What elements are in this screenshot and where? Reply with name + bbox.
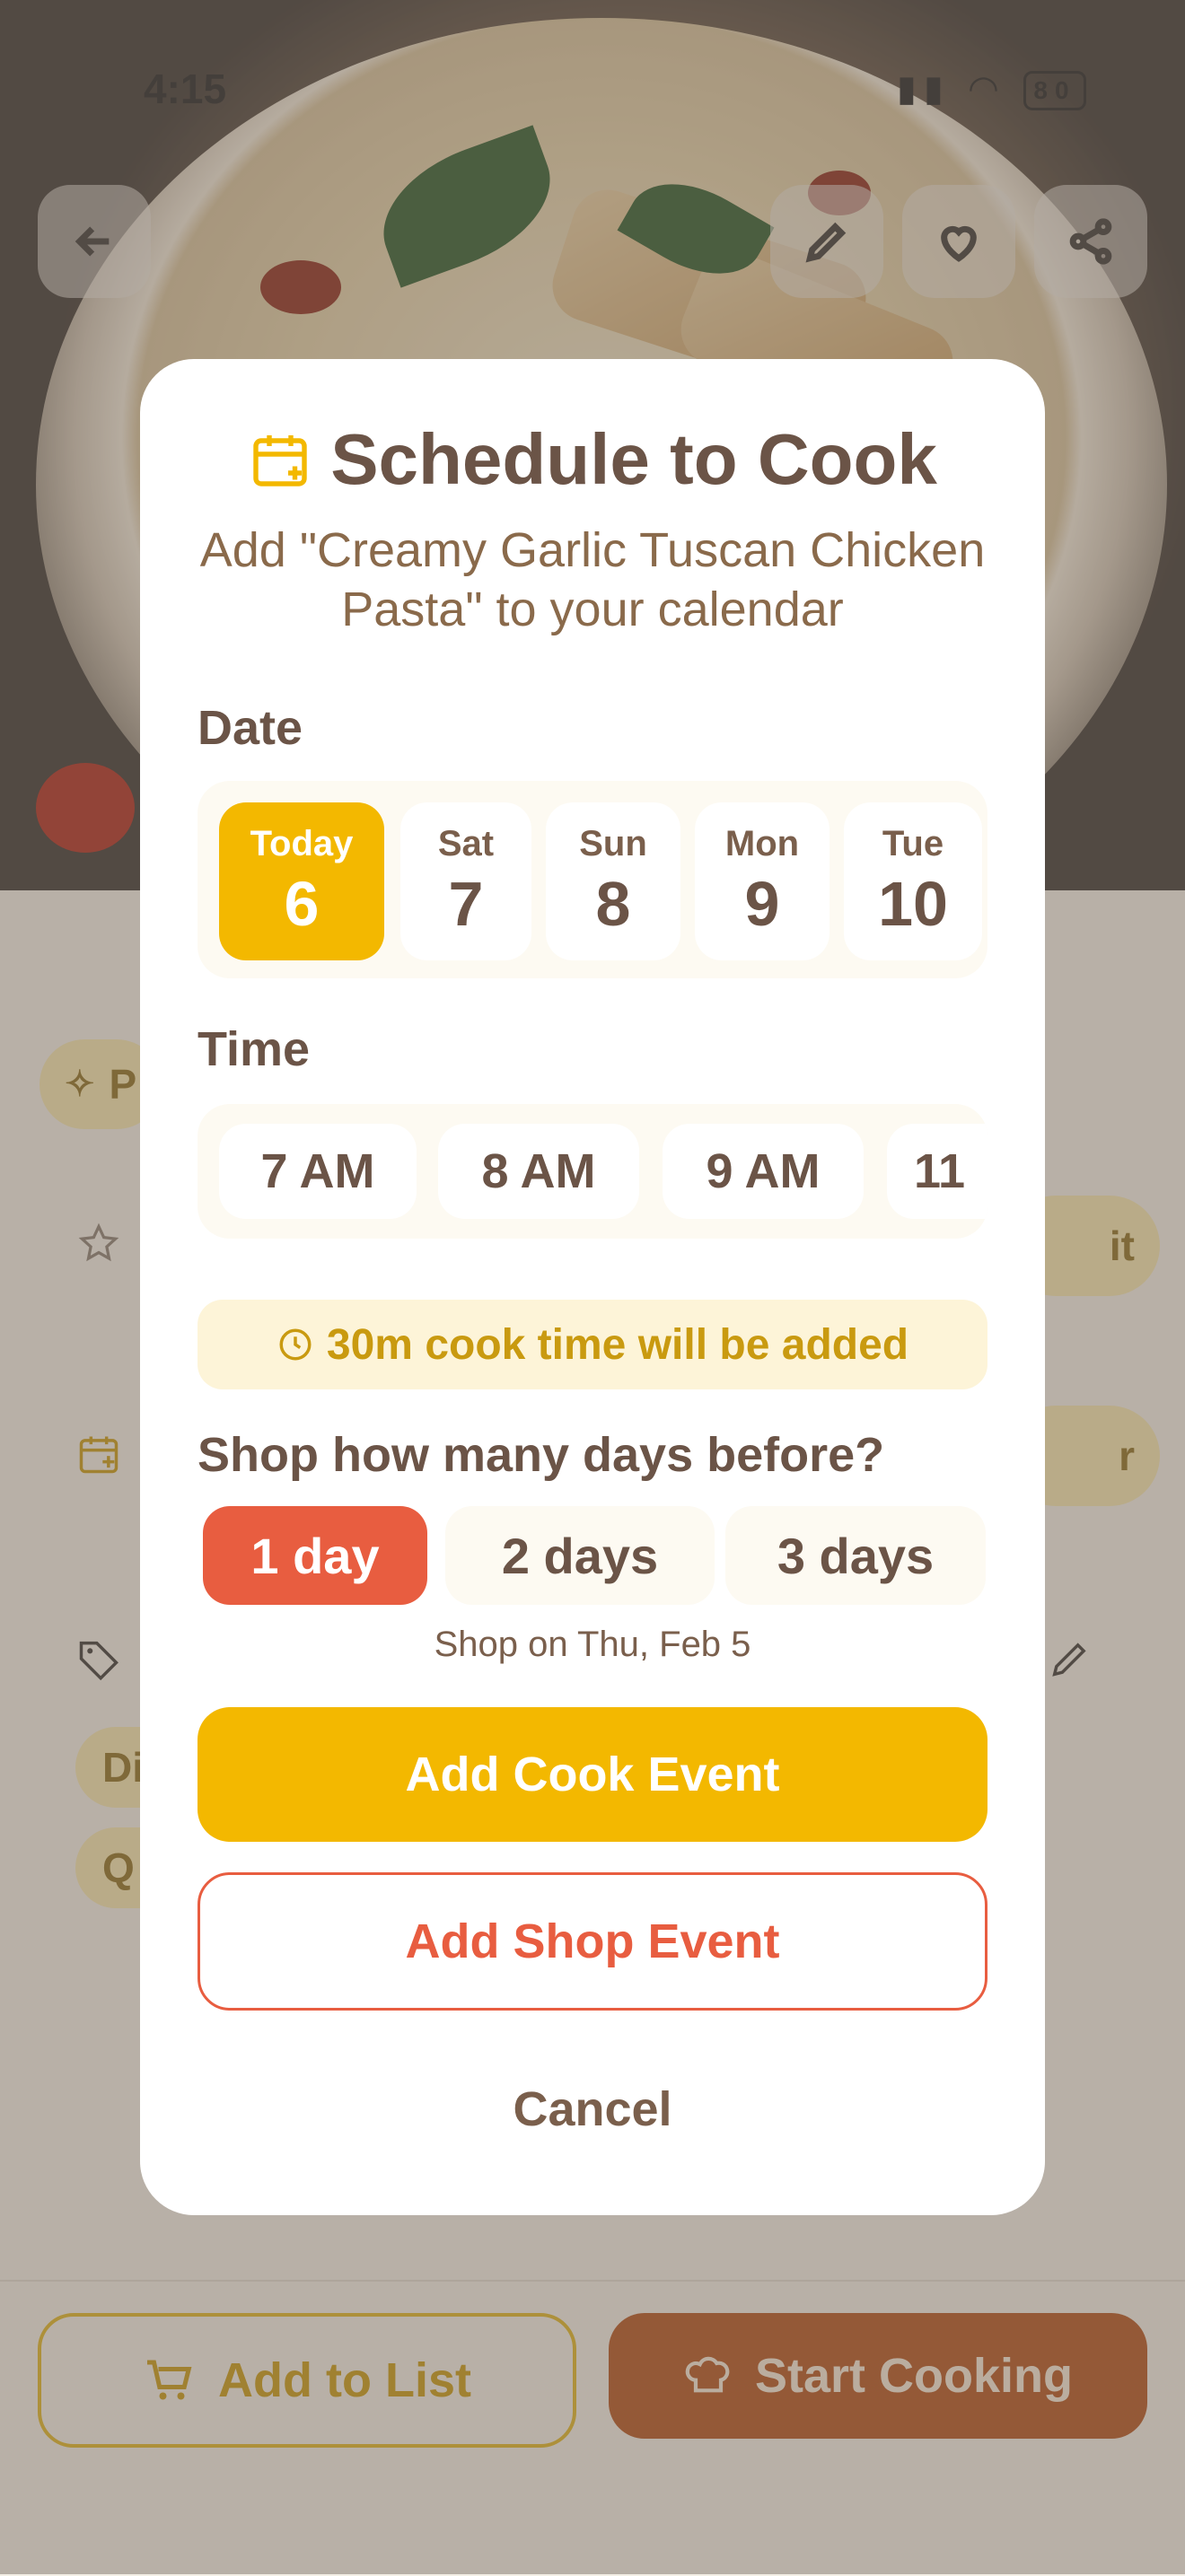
time-option-7am[interactable]: 7 AM	[219, 1124, 417, 1219]
date-picker: Today 6 Sat 7 Sun 8 Mon 9 Tue 10	[198, 781, 988, 978]
modal-title-row: Schedule to Cook	[140, 418, 1045, 501]
date-label: Date	[198, 701, 303, 755]
modal-subtitle: Add "Creamy Garlic Tuscan Chicken Pasta"…	[199, 523, 986, 636]
shop-days-option-2[interactable]: 2 days	[445, 1506, 715, 1605]
date-option-mon[interactable]: Mon 9	[695, 802, 830, 960]
date-option-tue[interactable]: Tue 10	[844, 802, 982, 960]
shop-days-label: Shop how many days before?	[198, 1428, 885, 1482]
date-option-sun[interactable]: Sun 8	[546, 802, 680, 960]
shop-days-option-1[interactable]: 1 day	[203, 1506, 427, 1605]
shop-date-text: Shop on Thu, Feb 5	[434, 1625, 751, 1664]
shop-days-picker: 1 day 2 days 3 days	[198, 1506, 988, 1607]
add-cook-event-button[interactable]: Add Cook Event	[198, 1707, 988, 1842]
add-shop-event-button[interactable]: Add Shop Event	[198, 1872, 988, 2011]
shop-days-option-3[interactable]: 3 days	[725, 1506, 986, 1605]
clock-icon	[279, 1328, 312, 1361]
schedule-modal: Schedule to Cook Add "Creamy Garlic Tusc…	[140, 359, 1045, 2215]
cancel-button[interactable]: Cancel	[413, 2064, 772, 2154]
time-option-9am[interactable]: 9 AM	[663, 1124, 864, 1219]
date-option-today[interactable]: Today 6	[219, 802, 384, 960]
time-picker[interactable]: 7 AM 8 AM 9 AM 11	[198, 1104, 988, 1239]
time-label: Time	[198, 1022, 311, 1076]
modal-title: Schedule to Cook	[330, 419, 937, 499]
time-option-11[interactable]: 11	[887, 1124, 988, 1219]
cook-time-note: 30m cook time will be added	[198, 1300, 988, 1389]
time-option-8am[interactable]: 8 AM	[438, 1124, 639, 1219]
date-option-sat[interactable]: Sat 7	[400, 802, 531, 960]
calendar-plus-icon	[253, 435, 307, 486]
